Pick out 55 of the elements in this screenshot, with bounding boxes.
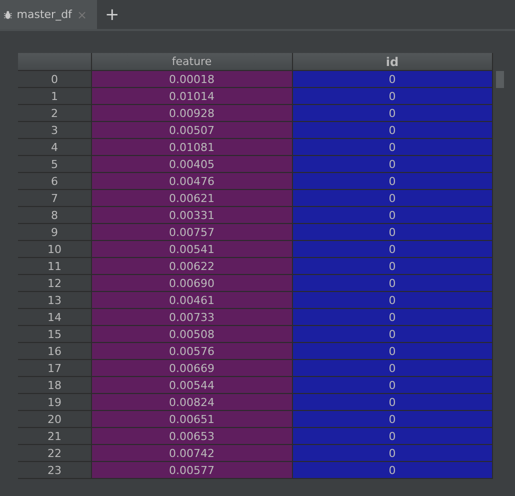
table-cell: 0.01014: [92, 88, 292, 104]
table-cell: 0.00331: [92, 207, 292, 223]
table-cell: 0: [292, 105, 493, 121]
table-cell: 0.00541: [92, 241, 292, 257]
table-cell: 0: [292, 309, 493, 325]
table-cell: 0: [292, 190, 493, 206]
tab-label: master_df: [16, 8, 72, 21]
table-cell: 0.00669: [92, 360, 292, 376]
table-cell: 0.00928: [92, 105, 292, 121]
table-cell: 0.01081: [92, 139, 292, 155]
column-header[interactable]: feature: [92, 53, 292, 70]
table-cell: 0.00544: [92, 377, 292, 393]
table-cell: 0: [292, 462, 493, 478]
table-cell: 0.00824: [92, 394, 292, 410]
table-cell: 0.00757: [92, 224, 292, 240]
table-cell: 0.00476: [92, 173, 292, 189]
table-cell: 0.00405: [92, 156, 292, 172]
column-header[interactable]: id: [292, 53, 493, 70]
table-cell: 0: [292, 122, 493, 138]
table-cell: 0: [292, 88, 493, 104]
table-cell: 0: [292, 156, 493, 172]
table-cell: 0.00733: [92, 309, 292, 325]
scrollbar-thumb[interactable]: [496, 71, 504, 88]
table-cell: 0.00651: [92, 411, 292, 427]
table-cell: 0.00690: [92, 275, 292, 291]
table-cell: 0.00577: [92, 462, 292, 478]
table-cell: 0.00507: [92, 122, 292, 138]
table-cell: 0.00622: [92, 258, 292, 274]
table-cell: 0: [292, 445, 493, 461]
table-cell: 0: [292, 343, 493, 359]
table-cell: 0: [292, 241, 493, 257]
table-cell: 0.00621: [92, 190, 292, 206]
table-cell: 0: [292, 139, 493, 155]
table-cell: 0: [292, 71, 493, 87]
bug-icon: [4, 8, 12, 20]
table-cell: 0.00742: [92, 445, 292, 461]
table-cell: 0: [292, 326, 493, 342]
table-cell: 0: [292, 394, 493, 410]
table-cell: 0: [292, 224, 493, 240]
table-cell: 0: [292, 377, 493, 393]
table-cell: 0: [292, 258, 493, 274]
file-tab[interactable]: master_df ×: [0, 0, 97, 29]
table-cell: 0: [292, 360, 493, 376]
table-cell: 0: [292, 275, 493, 291]
table-cell: 0: [292, 173, 493, 189]
table-cell: 0: [292, 292, 493, 308]
table-cell: 0.00018: [92, 71, 292, 87]
table-cell: 0: [292, 207, 493, 223]
table-cell: 0.00653: [92, 428, 292, 444]
table-cell: 0: [292, 428, 493, 444]
table-cell: 0.00576: [92, 343, 292, 359]
table-cell: 0: [292, 411, 493, 427]
table-cell: 0.00461: [92, 292, 292, 308]
new-tab-button[interactable]: +: [97, 0, 128, 29]
table-cell: 0.00508: [92, 326, 292, 342]
